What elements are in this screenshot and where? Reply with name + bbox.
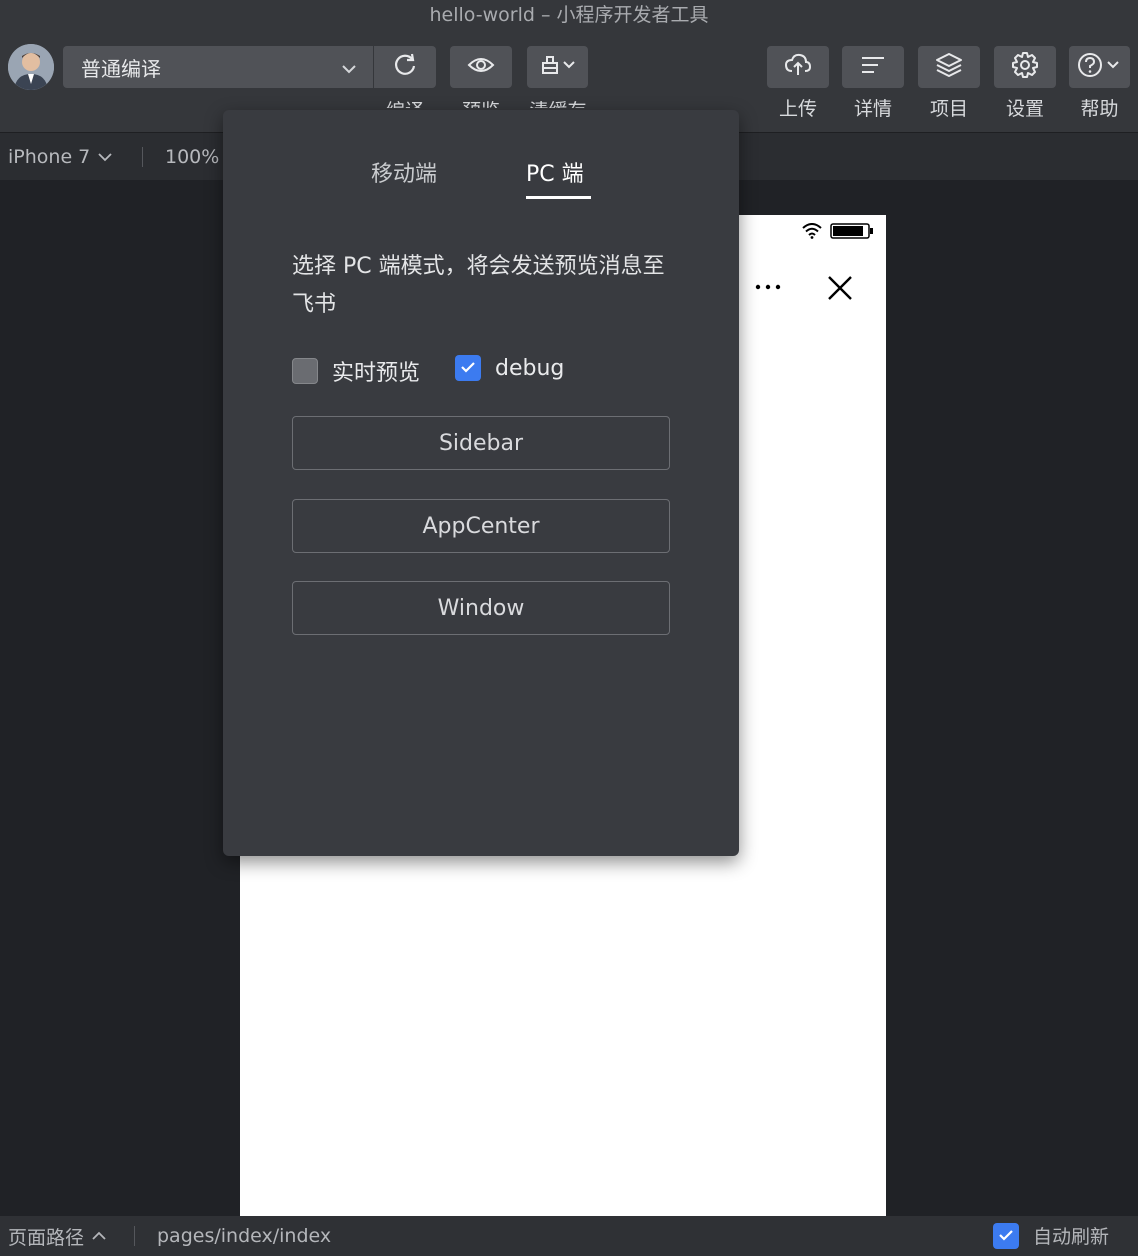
page-path-label: 页面路径	[8, 1226, 85, 1249]
window-mode-button[interactable]: Window	[292, 581, 670, 635]
status-bar: 页面路径 pages/index/index 自动刷新	[0, 1216, 1138, 1256]
device-name: iPhone 7	[8, 145, 91, 168]
realtime-preview-label: 实时预览	[332, 361, 421, 386]
help-label: 帮助	[1080, 98, 1119, 120]
help-icon	[1077, 51, 1123, 83]
appcenter-mode-button[interactable]: AppCenter	[292, 499, 670, 553]
close-icon[interactable]	[827, 275, 853, 305]
clear-cache-label: 清缓存	[520, 96, 596, 108]
gear-icon	[1011, 51, 1039, 83]
chevron-up-icon	[92, 1225, 106, 1247]
debug-checkbox[interactable]	[455, 355, 481, 381]
help-button[interactable]	[1069, 46, 1130, 88]
page-path-toggle[interactable]: 页面路径	[8, 1223, 106, 1250]
page-path-value: pages/index/index	[157, 1225, 332, 1247]
pc-mode-description: 选择 PC 端模式，将会发送预览消息至飞书	[292, 254, 665, 317]
upload-label: 上传	[778, 98, 817, 120]
compile-label: 编译	[374, 96, 436, 108]
refresh-icon	[392, 52, 418, 82]
more-icon[interactable]	[754, 277, 784, 301]
auto-refresh-label: 自动刷新	[1033, 1226, 1110, 1248]
divider	[142, 147, 143, 167]
preview-button[interactable]	[450, 46, 512, 88]
preview-popover: 移动端 PC 端 选择 PC 端模式，将会发送预览消息至飞书 实时预览 debu…	[223, 110, 739, 856]
sidebar-mode-button[interactable]: Sidebar	[292, 416, 670, 470]
user-avatar[interactable]	[8, 44, 54, 90]
broom-icon	[538, 53, 578, 81]
tab-pc[interactable]: PC 端	[526, 156, 584, 188]
project-label: 项目	[929, 98, 968, 120]
cloud-upload-icon	[784, 53, 812, 81]
compile-mode-select[interactable]: 普通编译	[63, 46, 373, 88]
checkmark-icon	[998, 1225, 1014, 1247]
clear-cache-button[interactable]	[527, 46, 588, 88]
realtime-preview-checkbox[interactable]	[292, 358, 318, 384]
layers-icon	[935, 52, 963, 82]
active-tab-indicator	[526, 196, 591, 199]
details-button[interactable]	[842, 46, 904, 88]
preview-label: 预览	[450, 96, 512, 108]
auto-refresh-option[interactable]: 自动刷新	[993, 1222, 1109, 1249]
eye-icon	[467, 55, 495, 79]
realtime-preview-option[interactable]: 实时预览	[292, 355, 420, 387]
debug-label: debug	[495, 355, 565, 381]
auto-refresh-checkbox[interactable]	[993, 1222, 1019, 1249]
wifi-icon	[802, 223, 822, 243]
zoom-select[interactable]: 100%	[165, 146, 219, 168]
compile-mode-value: 普通编译	[81, 56, 161, 81]
compile-button[interactable]	[374, 46, 436, 88]
project-button[interactable]	[918, 46, 980, 88]
chevron-down-icon	[98, 146, 112, 168]
divider	[134, 1226, 135, 1246]
upload-button[interactable]	[767, 46, 829, 88]
text-align-left-icon	[860, 54, 886, 80]
battery-icon	[830, 223, 874, 243]
window-title: hello-world – 小程序开发者工具	[0, 0, 1138, 32]
settings-button[interactable]	[994, 46, 1056, 88]
tab-mobile[interactable]: 移动端	[371, 156, 437, 188]
checkmark-icon	[460, 359, 476, 378]
debug-option[interactable]: debug	[455, 355, 564, 381]
details-label: 详情	[853, 98, 892, 120]
settings-label: 设置	[1005, 98, 1044, 120]
chevron-down-icon	[341, 58, 357, 82]
device-select[interactable]: iPhone 7	[8, 146, 112, 168]
